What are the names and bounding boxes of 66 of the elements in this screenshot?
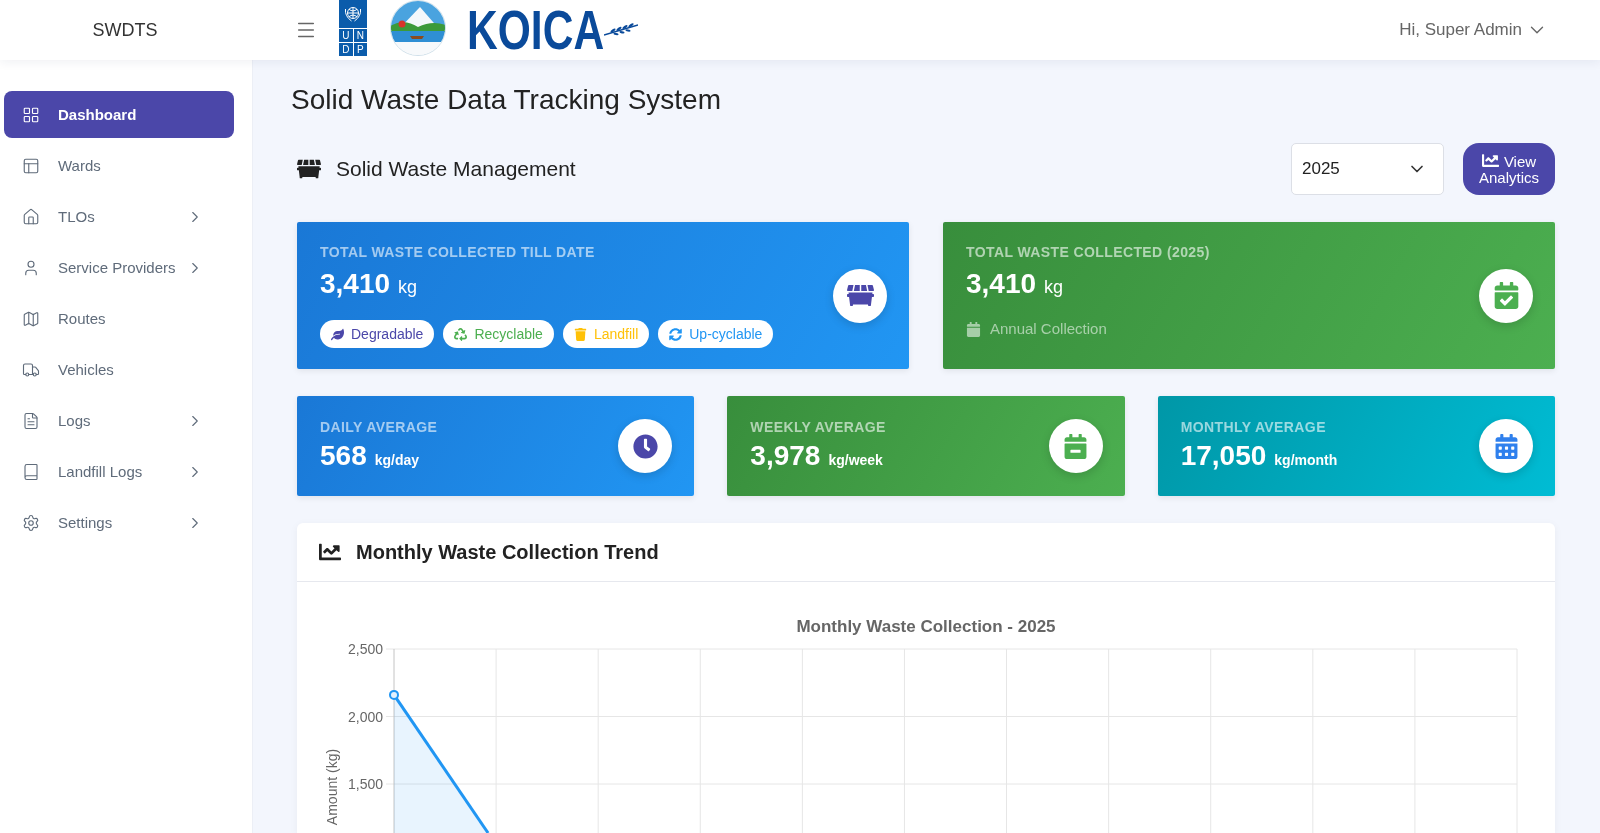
note-text: Annual Collection — [990, 320, 1107, 338]
calendar-grid-icon — [1479, 419, 1533, 473]
user-icon — [22, 258, 40, 277]
stat-value: 3,410 — [320, 268, 391, 300]
section-title: Solid Waste Management — [336, 157, 576, 181]
tag-label: Recyclable — [474, 326, 543, 342]
stat-unit: kg/week — [828, 452, 883, 468]
dumpster-icon — [297, 157, 321, 181]
stat-label: DAILY AVERAGE — [320, 418, 438, 436]
panel-title: Monthly Waste Collection Trend — [356, 540, 659, 564]
stat-value: 568 — [320, 440, 367, 472]
tick-label: 1,500 — [347, 776, 383, 792]
stat-label: WEEKLY AVERAGE — [750, 418, 886, 436]
tick-label: 2,500 — [347, 641, 383, 657]
logo-letter: D — [339, 43, 353, 56]
stat-unit: kg/month — [1274, 452, 1338, 468]
chart-title: Monthly Waste Collection - 2025 — [796, 617, 1056, 636]
stat-unit: kg — [398, 277, 418, 298]
sidebar-item[interactable]: Logs — [4, 397, 234, 444]
sidebar-item[interactable]: Wards — [4, 142, 234, 189]
page-title: Solid Waste Data Tracking System — [291, 84, 722, 116]
stat-value: 3,410 — [966, 268, 1037, 300]
logo-letter: P — [353, 43, 367, 56]
view-analytics-button[interactable]: View Analytics — [1463, 143, 1555, 195]
sidebar-item[interactable]: Landfill Logs — [4, 448, 234, 495]
grid-icon — [22, 105, 40, 124]
clock-icon — [618, 419, 673, 473]
partner-logo-text: KOICA — [467, 2, 605, 58]
stat-label: TOTAL WASTE COLLECTED TILL DATE — [320, 243, 596, 261]
sidebar-item[interactable]: TLOs — [4, 193, 234, 240]
calendar-check-icon — [1479, 268, 1533, 323]
calendar-icon — [1048, 419, 1103, 473]
tag-label: Degradable — [351, 326, 424, 342]
dumpster-icon — [833, 268, 887, 323]
settings-icon — [22, 513, 40, 532]
data-point — [389, 689, 399, 700]
year-select[interactable]: 2025 — [1291, 143, 1444, 195]
layout-icon — [22, 156, 40, 175]
sidebar-item[interactable]: Routes — [4, 295, 234, 342]
sidebar-item[interactable]: Vehicles — [4, 346, 234, 393]
user-menu[interactable]: Hi, Super Admin — [1399, 19, 1548, 41]
calendar-icon — [966, 321, 981, 337]
tick-label: 2,000 — [347, 708, 383, 725]
sidebar-item[interactable]: Dashboard — [4, 91, 234, 138]
line-chart-icon — [319, 541, 341, 563]
leaf-branch-icon — [604, 23, 639, 37]
logo-letter: U — [339, 29, 353, 42]
book-icon — [22, 462, 40, 481]
line-chart-icon — [1481, 152, 1499, 169]
truck-icon — [22, 360, 40, 379]
tag-label: Landfill — [593, 326, 639, 342]
stat-label: MONTHLY AVERAGE — [1180, 418, 1327, 436]
map-icon — [22, 309, 40, 328]
tag-label: Up-cyclable — [689, 326, 763, 342]
document-icon — [22, 411, 40, 430]
stat-unit: kg — [1044, 277, 1064, 298]
logo-letter: N — [353, 29, 367, 42]
stat-label: TOTAL WASTE COLLECTED (2025) — [966, 243, 1210, 261]
stat-value: 3,978 — [750, 440, 821, 472]
sidebar-item[interactable]: Settings — [4, 499, 234, 546]
stat-value: 17,050 — [1180, 440, 1267, 472]
brand-name: SWDTS — [92, 19, 158, 41]
axis-label: Amount (kg) — [324, 748, 340, 826]
home-icon — [22, 207, 40, 226]
stat-unit: kg/day — [374, 452, 420, 468]
sidebar-item[interactable]: Service Providers — [4, 244, 234, 291]
